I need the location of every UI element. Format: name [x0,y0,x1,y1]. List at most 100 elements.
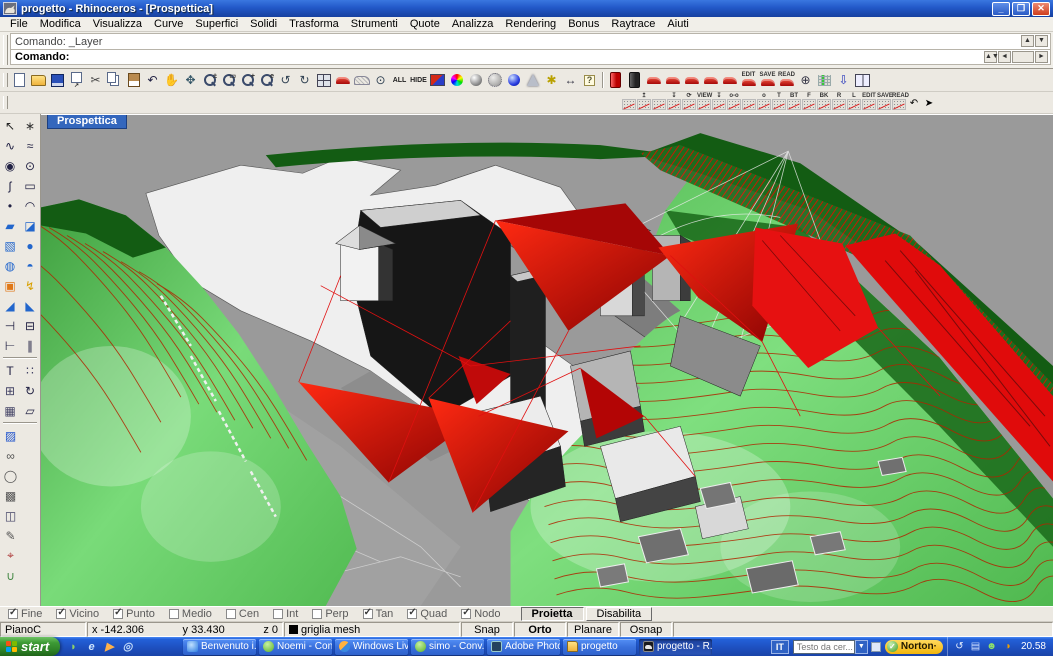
mesh-tool-6-icon[interactable]: ↧ [712,93,726,112]
surface-icon[interactable]: ▰ [1,216,20,235]
export-icon[interactable]: ↗ [67,71,86,90]
undo-icon[interactable]: ↶ [143,71,162,90]
command-history-scroll-down[interactable]: ▼ [1035,35,1048,47]
render-car-5-icon[interactable] [720,71,739,90]
layer-pane[interactable]: griglia mesh [284,622,460,637]
task-benvenuto[interactable]: Benvenuto i... [183,639,256,655]
proietta-button[interactable]: Proietta [521,607,584,621]
quicklaunch-search-icon[interactable]: ◎ [120,639,135,654]
disabilita-button[interactable]: Disabilita [586,607,653,621]
tray-messenger-icon[interactable]: ☻ [985,640,998,653]
crosshair-icon[interactable]: ⊕ [796,71,815,90]
select-pointer-icon[interactable]: ↖ [1,116,20,135]
norton-toolbar[interactable]: ✓ Norton· [885,640,943,654]
menu-bonus[interactable]: Bonus [562,17,605,32]
viewport-layout-icon[interactable] [314,71,333,90]
mesh-back-icon[interactable]: BK [817,93,831,112]
start-button[interactable]: start [0,637,60,656]
command-scroll-right[interactable]: ► [1035,51,1048,63]
command-history-line[interactable]: Comando: _Layer ▲ ▼ [10,33,1051,49]
pan-icon[interactable]: ✋ [162,71,181,90]
trim-icon[interactable]: ⊣ [1,316,20,335]
perspective-viewport[interactable]: Prospettica [41,114,1053,606]
mesh-tool-2-icon[interactable]: ↥ [637,93,651,112]
cplane-arrow-icon[interactable]: ⇩ [834,71,853,90]
battery-dark-icon[interactable] [625,71,644,90]
osnap-vicino[interactable]: Vicino [56,608,99,620]
color-wheel-icon[interactable] [447,71,466,90]
zoom-in-icon[interactable]: + [238,71,257,90]
command-scroll-track[interactable] [1012,51,1034,63]
osnap-cen[interactable]: Cen [226,608,259,620]
blocks-icon[interactable]: ▦ [1,401,20,420]
menu-file[interactable]: File [4,17,34,32]
array-icon[interactable]: ⊞ [1,381,20,400]
planare-pane[interactable]: Planare [567,622,619,637]
mesh-right-icon[interactable]: R [832,93,846,112]
language-indicator[interactable]: IT [771,640,789,654]
boolean-icon[interactable]: ◓ [21,256,40,275]
menu-solidi[interactable]: Solidi [244,17,283,32]
render-car-4-icon[interactable] [701,71,720,90]
read-render-icon[interactable]: READ [777,71,796,90]
battery-red-icon[interactable] [606,71,625,90]
save-icon[interactable] [48,71,67,90]
help-icon[interactable]: ? [580,71,599,90]
task-progetto-rhino[interactable]: progetto - R... [639,639,712,655]
save-render-icon[interactable]: SAVE [758,71,777,90]
mesh-tool-3-icon[interactable] [652,93,666,112]
quicklaunch-mediaplayer-icon[interactable]: ▶ [102,639,117,654]
quicklaunch-messenger-icon[interactable]: ◗ [66,639,81,654]
osnap-checkbox[interactable] [169,609,179,619]
mesh-front-icon[interactable]: F [802,93,816,112]
tray-update-icon[interactable]: ↺ [953,640,966,653]
cplane-grid-icon[interactable] [815,71,834,90]
mesh-tool-9-icon[interactable]: o [757,93,771,112]
mesh-tool-8-icon[interactable] [742,93,756,112]
osnap-checkbox[interactable] [407,609,417,619]
interpolate-curve-icon[interactable]: ≈ [21,136,40,155]
menu-visualizza[interactable]: Visualizza [87,17,148,32]
mesh-left-icon[interactable]: L [847,93,861,112]
snap-pane[interactable]: Snap [461,622,513,637]
mesh-tools-icon[interactable]: ∪ [1,566,20,585]
menu-quote[interactable]: Quote [404,17,446,32]
zoom-extents-icon[interactable]: e [257,71,276,90]
osnap-checkbox[interactable] [363,609,373,619]
osnap-medio[interactable]: Medio [169,608,212,620]
rendered-view-icon[interactable] [504,71,523,90]
cut-icon[interactable]: ✂ [86,71,105,90]
osnap-checkbox[interactable] [273,609,283,619]
rotate-icon[interactable]: ↻ [21,381,40,400]
menu-raytrace[interactable]: Raytrace [605,17,661,32]
menu-rendering[interactable]: Rendering [499,17,562,32]
task-windows-live[interactable]: Windows Liv... [335,639,408,655]
extend-icon[interactable]: ⊢ [1,336,20,355]
viewport-split-icon[interactable] [853,71,872,90]
spotlight-icon[interactable] [523,71,542,90]
layer-icon[interactable] [428,71,447,90]
command-spinner[interactable]: ▲▼ [984,51,997,63]
mirror-icon[interactable]: ◫ [1,506,20,525]
osnap-fine[interactable]: Fine [8,608,42,620]
ellipse-icon[interactable]: ⊙ [21,156,40,175]
orto-pane[interactable]: Orto [514,622,566,637]
menu-aiuti[interactable]: Aiuti [661,17,694,32]
tray-liveupdate-icon[interactable]: ◑ [1001,640,1014,653]
copy-icon[interactable] [105,71,124,90]
paste-icon[interactable] [124,71,143,90]
mesh-tool-7-icon[interactable]: o-o [727,93,741,112]
point-cloud-icon[interactable]: ∷ [21,361,40,380]
loft-icon[interactable]: ◪ [21,216,40,235]
cplane-pane[interactable]: PianoC [0,622,86,637]
restore-button[interactable]: ❐ [1012,2,1030,16]
sphere-icon[interactable]: ● [21,236,40,255]
tray-display-icon[interactable]: ▤ [969,640,982,653]
offset-icon[interactable]: ∥ [21,336,40,355]
render-car-1-icon[interactable] [644,71,663,90]
explode-icon[interactable]: ↯ [21,276,40,295]
task-simo[interactable]: simo - Conv... [411,639,484,655]
split-icon[interactable]: ⊟ [21,316,40,335]
osnap-checkbox[interactable] [312,609,322,619]
ghosted-view-icon[interactable] [485,71,504,90]
